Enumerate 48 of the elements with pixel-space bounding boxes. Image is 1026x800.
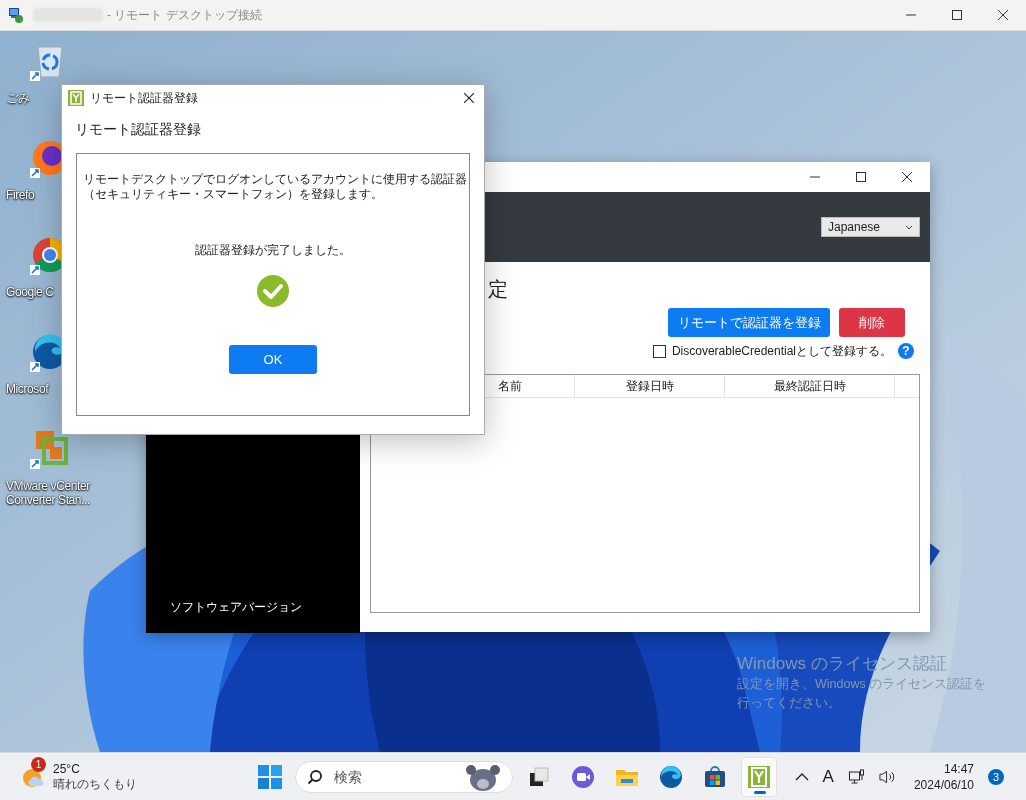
sidebar-link[interactable]: ソフトウェアバージョン <box>170 599 302 616</box>
weather-condition[interactable]: 晴れのちくもり <box>53 776 137 792</box>
close-icon[interactable] <box>902 172 912 182</box>
search-field[interactable]: 検索 <box>295 760 513 793</box>
input-mode-indicator[interactable]: A <box>822 766 834 787</box>
description-text: （セキュリティキー・スマートフォン）を登録します。 <box>83 187 384 202</box>
language-select[interactable]: Japanese <box>821 217 920 237</box>
dialog-heading: リモート認証器登録 <box>75 121 202 139</box>
checkbox-label[interactable]: DiscoverableCredentialとして登録する。 <box>671 342 892 360</box>
store-icon <box>703 764 727 789</box>
monitor-icon <box>8 7 24 23</box>
notification-badge: 1 <box>31 756 46 772</box>
maximize-icon[interactable] <box>856 172 866 182</box>
close-icon[interactable] <box>998 10 1008 20</box>
register-button[interactable]: リモートで認証器を登録 <box>668 308 830 337</box>
column-header[interactable]: 登録日時 <box>575 375 725 397</box>
notification-badge[interactable]: 3 <box>988 768 1004 785</box>
help-icon[interactable]: ? <box>898 343 914 359</box>
speaker-icon[interactable] <box>878 768 896 785</box>
task-view-icon <box>527 764 551 789</box>
check-icon <box>257 275 289 307</box>
status-text: 認証器登録が完了しました。 <box>195 242 351 259</box>
description-text: リモートデスクトップでログオンしているアカウントに使用する認証器 <box>83 172 467 187</box>
browser-icon <box>659 764 683 789</box>
activation-text: 行ってください。 <box>737 695 842 712</box>
column-header[interactable]: 最終認証日時 <box>725 375 895 397</box>
temperature[interactable]: 25°C <box>53 761 137 777</box>
clock-date[interactable]: 2024/06/10 <box>913 776 974 793</box>
app-icon <box>68 90 84 106</box>
chevron-up-icon[interactable] <box>794 772 809 781</box>
maximize-icon[interactable] <box>952 10 962 20</box>
checkbox[interactable] <box>652 344 666 358</box>
video-camera-icon <box>571 764 595 789</box>
animal-icon <box>463 762 503 791</box>
caret-icon <box>905 224 913 230</box>
search-icon <box>307 768 323 785</box>
network-icon[interactable] <box>847 768 865 785</box>
ok-button[interactable]: OK <box>229 345 317 374</box>
delete-button[interactable]: 削除 <box>839 308 905 337</box>
close-icon[interactable] <box>464 93 474 103</box>
windows-start-icon[interactable] <box>258 764 282 789</box>
page-heading: 定 <box>488 277 508 302</box>
window-title: - リモート デスクトップ接続 <box>107 6 262 24</box>
dialog-title: リモート認証器登録 <box>90 89 198 107</box>
squares-icon[interactable] <box>30 429 70 469</box>
clock-time[interactable]: 14:47 <box>943 760 974 777</box>
activation-title: Windows のライセンス認証 <box>737 653 948 675</box>
app-icon <box>747 764 771 789</box>
